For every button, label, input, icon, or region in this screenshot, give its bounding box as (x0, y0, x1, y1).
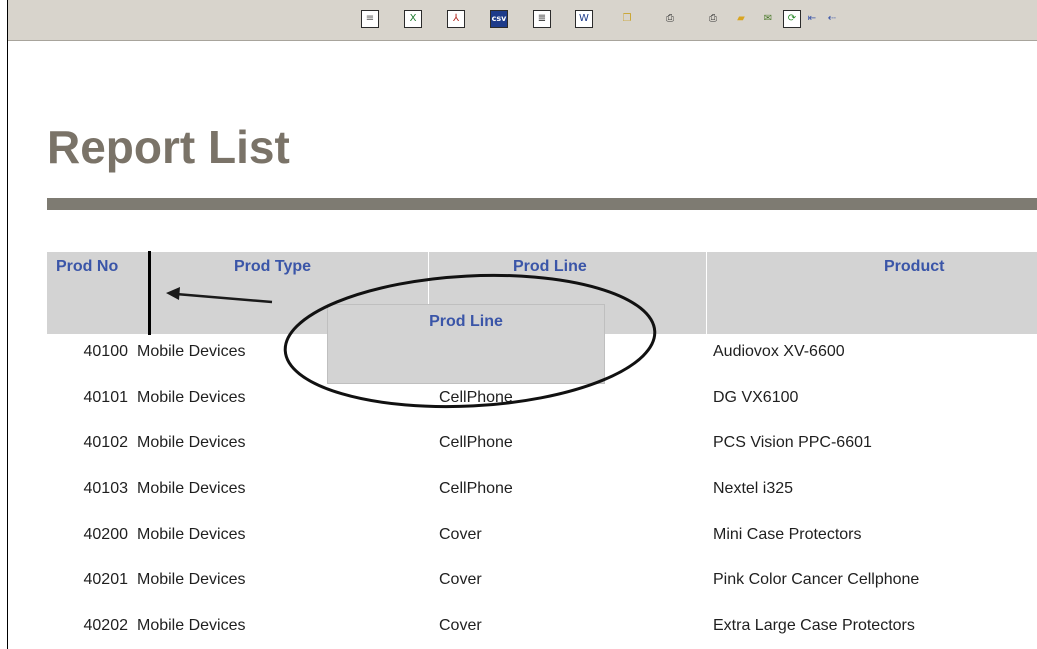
cell-prod-line: Cover (439, 526, 482, 543)
cell-prod-type: Mobile Devices (137, 389, 246, 406)
cell-prod-type: Mobile Devices (137, 343, 246, 360)
column-header-product: Product (884, 258, 945, 275)
word-export-icon[interactable]: W (575, 10, 593, 28)
open-folder-icon[interactable]: ▰ (732, 10, 750, 28)
cell-product: PCS Vision PPC-6601 (713, 434, 872, 451)
copy-icon[interactable]: ❐ (618, 10, 636, 28)
cell-product: Extra Large Case Protectors (713, 617, 915, 634)
refresh-icon[interactable]: ⟳ (783, 10, 801, 28)
previous-page-icon[interactable]: ⇠ (823, 10, 841, 28)
cell-product: Nextel i325 (713, 480, 794, 497)
report-toolbar: ≡ X ⅄ csv ≣ W ❐ ⎙ ⎙ ▰ ✉ ⟳ ⇤ ⇠ (8, 0, 1037, 41)
cell-prod-line: CellPhone (439, 389, 513, 406)
header-cell-product[interactable] (707, 252, 1037, 334)
cell-prod-no: 40103 (83, 480, 129, 497)
email-icon[interactable]: ✉ (759, 10, 777, 28)
cell-prod-no: 40100 (83, 343, 129, 360)
column-header-prod-type: Prod Type (234, 258, 312, 275)
cell-prod-no: 40202 (83, 617, 129, 634)
page-title: Report List (47, 121, 290, 173)
column-header-prod-no: Prod No (56, 258, 119, 275)
cell-prod-line: Cover (439, 617, 482, 634)
cell-prod-no: 40201 (83, 571, 129, 588)
column-separator (706, 252, 707, 334)
csv-export-icon[interactable]: csv (490, 10, 508, 28)
pdf-export-icon[interactable]: ⅄ (447, 10, 465, 28)
excel-export-icon[interactable]: X (404, 10, 422, 28)
cell-prod-type: Mobile Devices (137, 571, 246, 588)
cell-prod-no: 40200 (83, 526, 129, 543)
cell-prod-no: 40101 (83, 389, 129, 406)
cell-prod-type: Mobile Devices (137, 480, 246, 497)
cell-prod-line: Cover (439, 571, 482, 588)
cell-prod-type: Mobile Devices (137, 526, 246, 543)
cell-prod-no: 40102 (83, 434, 129, 451)
cell-product: Mini Case Protectors (713, 526, 862, 543)
column-drop-marker (148, 251, 151, 335)
cell-prod-line: CellPhone (439, 434, 513, 451)
dragged-column-label: Prod Line (429, 313, 503, 330)
dragged-column-header[interactable]: Prod Line (327, 304, 605, 384)
table-view-icon[interactable]: ≡ (361, 10, 379, 28)
cell-product: Pink Color Cancer Cellphone (713, 571, 920, 588)
cell-prod-type: Mobile Devices (137, 617, 246, 634)
cell-product: DG VX6100 (713, 389, 799, 406)
first-page-icon[interactable]: ⇤ (803, 10, 821, 28)
print-preview-icon[interactable]: ⎙ (704, 10, 722, 28)
cell-product: Audiovox XV-6600 (713, 343, 845, 360)
print-icon[interactable]: ⎙ (661, 10, 679, 28)
cell-prod-line: CellPhone (439, 480, 513, 497)
text-export-icon[interactable]: ≣ (533, 10, 551, 28)
title-divider (47, 198, 1037, 210)
cell-prod-type: Mobile Devices (137, 434, 246, 451)
column-header-prod-line: Prod Line (513, 258, 587, 275)
